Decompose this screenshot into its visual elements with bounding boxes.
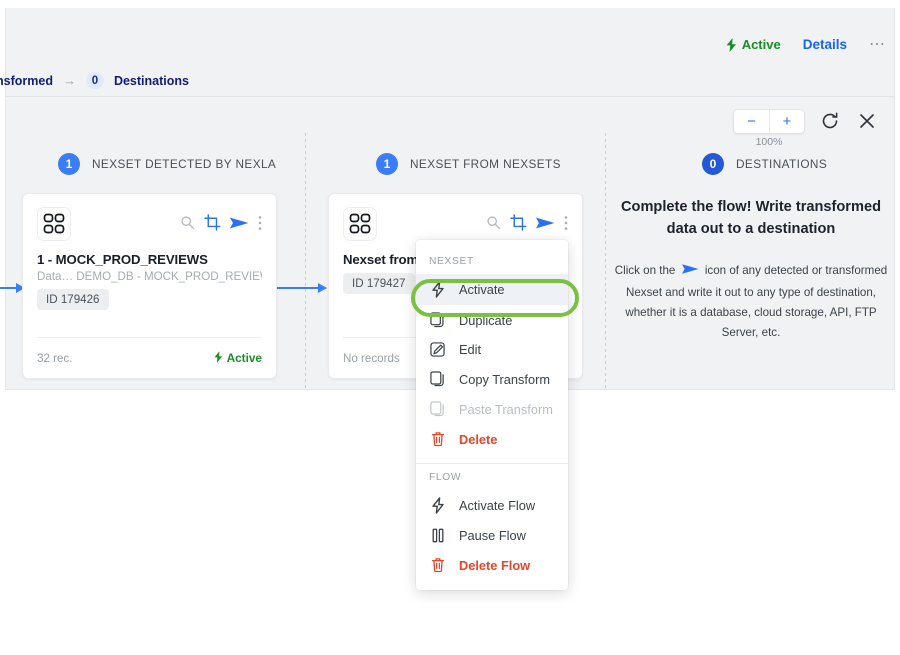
duplicate-icon <box>429 312 446 328</box>
connector-arrow-in <box>0 283 25 293</box>
dataset-grid-icon <box>343 207 377 241</box>
context-menu-item-label: Paste Transform <box>459 401 553 417</box>
context-menu-item-pause-flow[interactable]: Pause Flow <box>416 521 568 550</box>
column-count-badge: 1 <box>376 153 398 175</box>
context-menu-item-label: Delete <box>459 431 498 447</box>
context-menu-item-label: Copy Transform <box>459 371 551 387</box>
header-status-row: Active Details ⋯ <box>726 36 886 52</box>
nexset-card-1[interactable]: 1 - MOCK_PROD_REVIEWS Data… DEMO_DB - MO… <box>22 193 277 379</box>
paste-icon <box>429 401 446 417</box>
context-menu-item-label: Edit <box>459 342 482 357</box>
card-id-chip: ID 179427 <box>343 273 415 294</box>
card-header <box>37 207 262 241</box>
breadcrumb-arrow-icon: → <box>62 73 76 88</box>
card-id-chip: ID 179426 <box>37 289 109 310</box>
card-status-label: Active <box>226 351 262 365</box>
zoom-out-button[interactable]: − <box>734 110 769 133</box>
details-link[interactable]: Details <box>803 37 847 52</box>
context-menu-item-label: Pause Flow <box>459 528 526 543</box>
zoom-in-button[interactable]: + <box>769 110 804 133</box>
context-menu-item-activate-flow[interactable]: Activate Flow <box>416 490 568 521</box>
transform-icon[interactable] <box>510 214 527 236</box>
context-menu-item-duplicate[interactable]: Duplicate <box>416 305 568 335</box>
context-menu-item-label: Activate <box>459 282 505 297</box>
card-header <box>343 207 568 241</box>
column-header-detected: 1 NEXSET DETECTED BY NEXLA <box>58 153 276 175</box>
breadcrumb: nsformed → 0 Destinations <box>0 72 189 89</box>
trash-icon <box>429 557 446 573</box>
breadcrumb-count-badge: 0 <box>85 72 104 89</box>
empty-state-body: Click on the icon of any detected or tra… <box>606 261 896 343</box>
context-menu-item-label: Activate Flow <box>459 498 536 513</box>
column-label: NEXSET DETECTED BY NEXLA <box>92 157 277 171</box>
flow-status-label: Active <box>741 37 781 52</box>
search-icon[interactable] <box>180 215 195 235</box>
card-footer: 32 rec. Active <box>37 337 262 378</box>
send-icon[interactable] <box>536 215 555 236</box>
card-record-count: No records <box>343 351 400 365</box>
card-record-count: 32 rec. <box>37 351 73 365</box>
more-vertical-icon[interactable] <box>564 215 568 236</box>
context-menu-item-copy-transform[interactable]: Copy Transform <box>416 364 568 394</box>
column-label: DESTINATIONS <box>736 157 828 171</box>
bolt-icon <box>214 350 223 366</box>
zoom-control-group: − + 100% <box>733 109 805 148</box>
bolt-icon <box>726 37 737 52</box>
card-subtitle: Data… DEMO_DB - MOCK_PROD_REVIEWS <box>37 270 262 283</box>
flow-status-badge: Active <box>726 37 781 52</box>
refresh-icon[interactable] <box>818 109 842 133</box>
column-header-nexsets: 1 NEXSET FROM NEXSETS <box>376 153 561 175</box>
more-vertical-icon[interactable] <box>258 215 262 236</box>
destinations-empty-state: Complete the flow! Write transformed dat… <box>606 197 896 343</box>
flow-canvas-page: Active Details ⋯ nsformed → 0 Destinatio… <box>0 0 900 655</box>
ellipsis-horizontal-icon[interactable]: ⋯ <box>869 36 886 52</box>
send-icon <box>681 262 699 283</box>
context-menu-item-label: Delete Flow <box>459 557 531 573</box>
breadcrumb-prev-label[interactable]: nsformed <box>0 74 53 88</box>
context-menu-item-edit[interactable]: Edit <box>416 335 568 364</box>
connector-arrow-1-to-2 <box>276 283 327 293</box>
bolt-icon <box>429 497 446 514</box>
empty-state-title: Complete the flow! Write transformed dat… <box>620 199 881 237</box>
copy-icon <box>429 371 446 387</box>
card-title: 1 - MOCK_PROD_REVIEWS <box>37 252 208 267</box>
breadcrumb-current-label[interactable]: Destinations <box>114 74 189 88</box>
lane-separator-1 <box>305 133 306 388</box>
empty-state-body-before: Click on the <box>614 263 676 277</box>
edit-icon <box>429 342 446 357</box>
context-menu-item-activate[interactable]: Activate <box>416 274 568 305</box>
bolt-icon <box>429 281 446 298</box>
column-label: NEXSET FROM NEXSETS <box>410 157 561 171</box>
pause-icon <box>429 528 446 543</box>
context-menu-item-delete-flow[interactable]: Delete Flow <box>416 550 568 580</box>
trash-icon <box>429 431 446 447</box>
context-menu-item-label: Duplicate <box>459 312 513 328</box>
send-icon[interactable] <box>230 215 249 236</box>
canvas-toolbar: − + 100% <box>733 109 879 148</box>
card-action-bar <box>180 214 262 236</box>
zoom-level-label: 100% <box>755 136 783 148</box>
nexset-context-menu[interactable]: NEXSET Activate Duplicate Edit Copy Tran… <box>416 240 568 590</box>
column-header-destinations: 0 DESTINATIONS <box>702 153 827 175</box>
context-menu-section-title-flow: FLOW <box>429 472 462 483</box>
column-count-badge: 0 <box>702 153 724 175</box>
card-action-bar <box>486 214 568 236</box>
column-count-badge: 1 <box>58 153 80 175</box>
context-menu-item-paste-transform: Paste Transform <box>416 394 568 424</box>
context-menu-item-delete[interactable]: Delete <box>416 424 568 454</box>
search-icon[interactable] <box>486 215 501 235</box>
card-status-badge: Active <box>214 350 262 366</box>
close-icon[interactable] <box>855 109 879 133</box>
transform-icon[interactable] <box>204 214 221 236</box>
context-menu-section-title-nexset: NEXSET <box>429 256 474 267</box>
dataset-grid-icon <box>37 207 71 241</box>
